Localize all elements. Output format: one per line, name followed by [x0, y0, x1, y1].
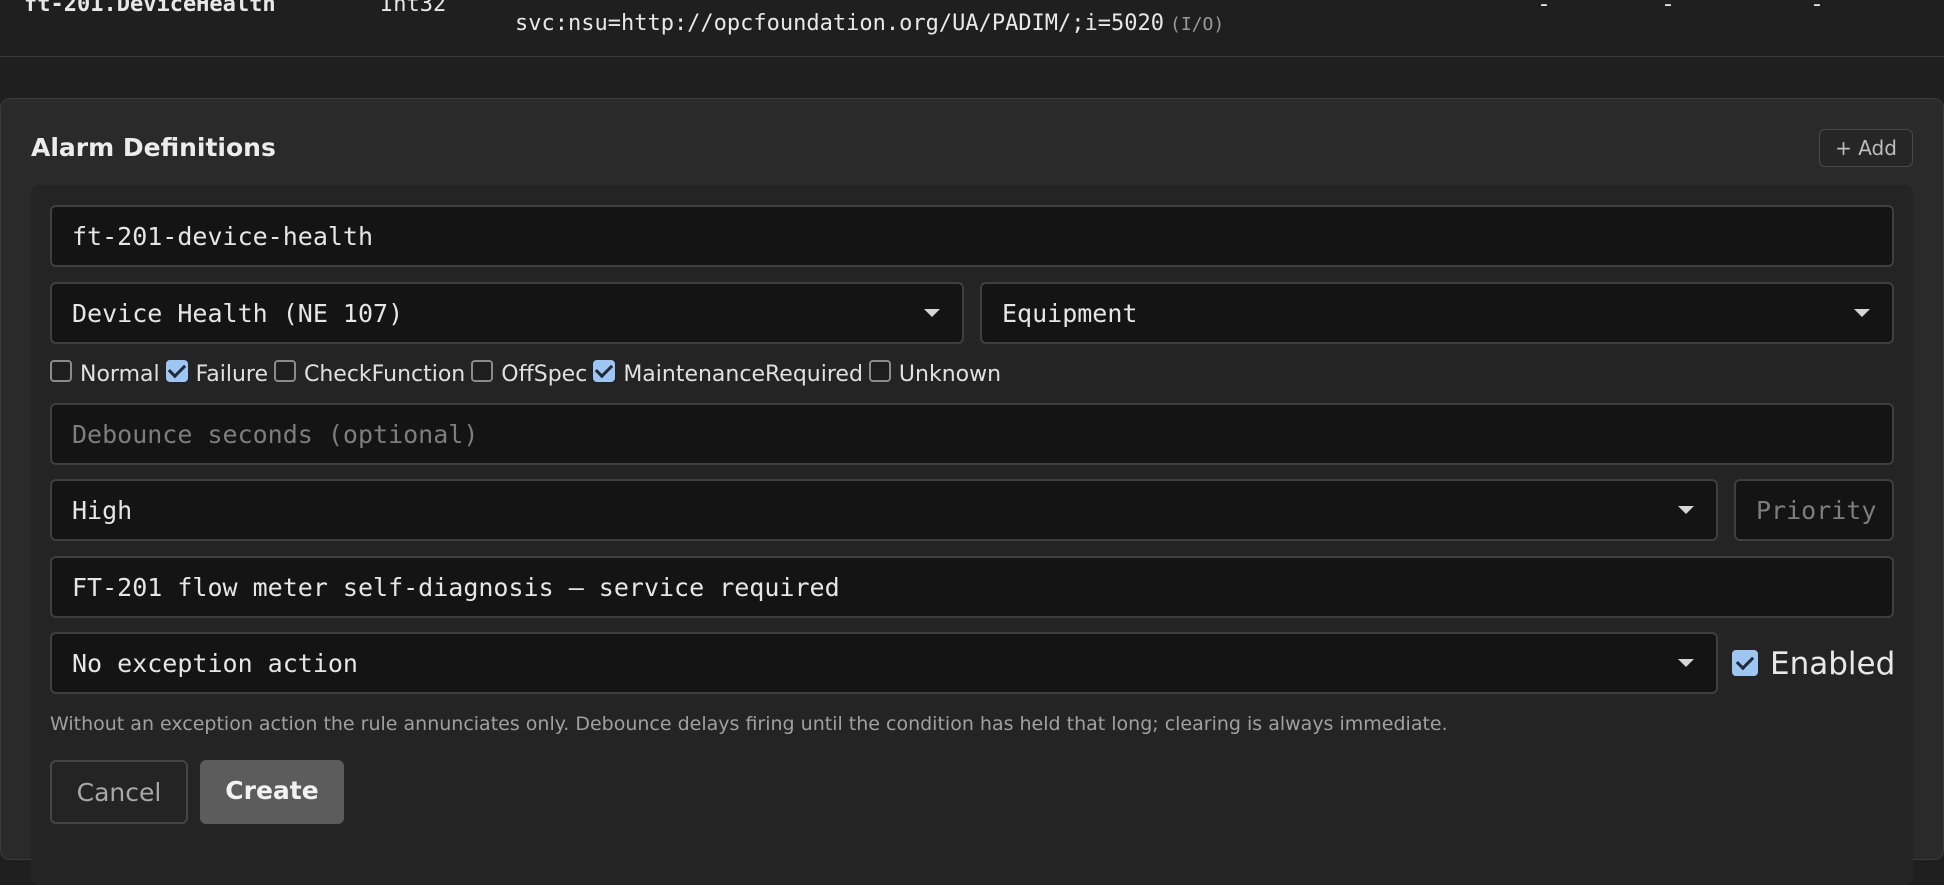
chevron-down-icon	[1678, 659, 1694, 667]
state-checkbox-offspec[interactable]: OffSpec	[471, 360, 588, 387]
cancel-button[interactable]: Cancel	[50, 760, 188, 824]
chevron-down-icon	[1854, 309, 1870, 317]
state-label: Failure	[195, 361, 268, 387]
debounce-placeholder: Debounce seconds (optional)	[72, 419, 479, 449]
chevron-down-icon	[924, 309, 940, 317]
state-checkbox-group: Normal Failure CheckFunction OffSpec Mai…	[50, 356, 1007, 392]
signal-col-a: -	[1540, 0, 1548, 17]
signal-access: (I/O)	[1170, 14, 1225, 35]
add-alarm-button[interactable]: + Add	[1819, 129, 1913, 167]
enabled-label: Enabled	[1770, 646, 1896, 682]
severity-select[interactable]: High	[50, 479, 1718, 541]
state-checkbox-checkfunction[interactable]: CheckFunction	[274, 360, 466, 387]
alarm-kind-select[interactable]: Device Health (NE 107)	[50, 282, 964, 344]
message-input[interactable]: FT-201 flow meter self-diagnosis — servi…	[50, 556, 1894, 618]
state-label: Normal	[80, 361, 160, 387]
rule-id-input[interactable]: ft-201-device-health	[50, 205, 1894, 267]
state-checkbox-maintenance-required[interactable]: MaintenanceRequired	[593, 360, 863, 387]
state-checkbox-normal[interactable]: Normal	[50, 360, 160, 387]
debounce-input[interactable]: Debounce seconds (optional)	[50, 403, 1894, 465]
checkbox-icon	[274, 360, 296, 382]
state-checkbox-failure[interactable]: Failure	[165, 360, 268, 387]
priority-placeholder: Priority	[1756, 495, 1877, 525]
alarm-kind-value: Device Health (NE 107)	[72, 298, 404, 328]
signal-col-b: -	[1664, 0, 1672, 17]
checkmark-icon	[1732, 650, 1758, 676]
panel-title: Alarm Definitions	[31, 133, 276, 162]
signal-address-text: svc:nsu=http://opcfoundation.org/UA/PADI…	[515, 11, 1165, 36]
checkmark-icon	[593, 360, 616, 382]
form-hint: Without an exception action the rule ann…	[50, 713, 1448, 735]
signal-address: svc:nsu=http://opcfoundation.org/UA/PADI…	[515, 11, 1224, 36]
chevron-down-icon	[1678, 506, 1694, 514]
signal-name: ft-201.DeviceHealth	[24, 0, 276, 17]
exception-action-select[interactable]: No exception action	[50, 632, 1718, 694]
signal-col-c: -	[1813, 0, 1821, 17]
state-label: CheckFunction	[304, 361, 466, 387]
message-value: FT-201 flow meter self-diagnosis — servi…	[72, 572, 840, 602]
category-select[interactable]: Equipment	[980, 282, 1894, 344]
state-label: MaintenanceRequired	[623, 361, 863, 387]
checkbox-icon	[471, 360, 494, 382]
signal-table-row: ft-201.DeviceHealth Int32 svc:nsu=http:/…	[0, 0, 1944, 57]
category-value: Equipment	[1002, 298, 1138, 328]
signal-type: Int32	[380, 0, 447, 17]
state-label: Unknown	[898, 361, 1002, 387]
rule-id-value: ft-201-device-health	[72, 221, 374, 251]
state-checkbox-unknown[interactable]: Unknown	[868, 360, 1002, 387]
state-label: OffSpec	[501, 361, 588, 387]
checkbox-icon	[868, 360, 891, 382]
checkmark-icon	[165, 360, 188, 382]
create-button[interactable]: Create	[200, 760, 344, 824]
checkbox-icon	[50, 360, 72, 382]
exception-action-value: No exception action	[72, 648, 358, 678]
priority-input[interactable]: Priority	[1734, 479, 1894, 541]
enabled-checkbox[interactable]: Enabled	[1732, 646, 1895, 682]
severity-value: High	[72, 495, 133, 525]
